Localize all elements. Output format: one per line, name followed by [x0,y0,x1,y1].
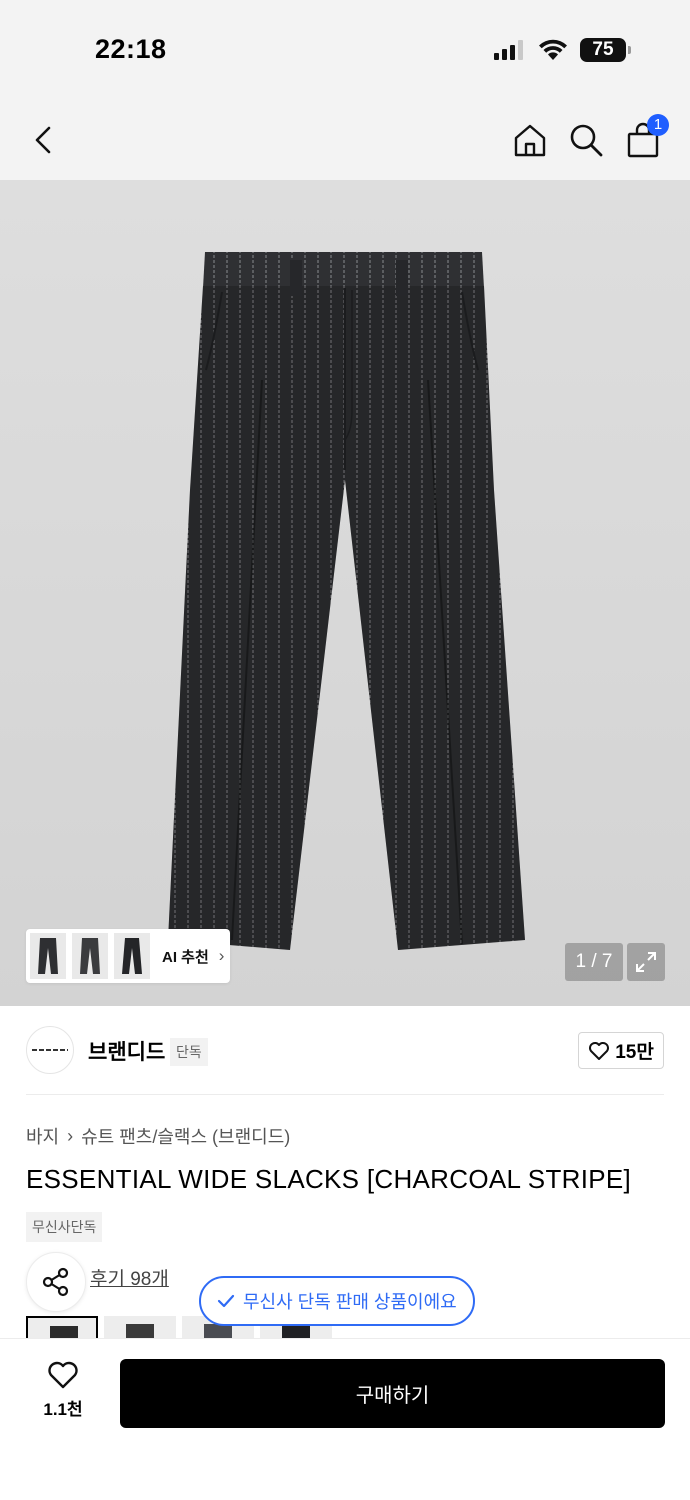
wishlist-button[interactable]: 1.1천 [28,1361,98,1425]
home-button[interactable] [508,118,552,162]
musinsa-exclusive-tag: 무신사단독 [26,1212,103,1242]
bottom-action-bar: 1.1천 구매하기 [0,1338,690,1500]
ai-recommend-label: AI 추천 [162,948,209,966]
ai-thumb-3 [114,933,150,979]
heart-icon [589,1041,610,1060]
brand-row: 브랜디드 단독 15만 [0,1006,690,1096]
ai-recommend-button[interactable]: AI 추천 › [26,929,231,983]
breadcrumb-separator: › [67,1125,74,1146]
expand-icon [636,952,656,972]
check-icon [217,1294,235,1308]
home-icon [514,124,546,157]
toast-message: 무신사 단독 판매 상품이에요 [243,1292,457,1312]
top-nav-bar: 1 [0,100,690,180]
breadcrumb: 바지 › 슈트 팬츠/슬랙스 (브랜디드) [26,1123,290,1149]
ai-thumb-1 [30,933,66,979]
exclusive-tag: 단독 [170,1038,208,1066]
product-image [168,252,525,950]
product-title: ESSENTIAL WIDE SLACKS [CHARCOAL STRIPE] [26,1164,632,1194]
back-button[interactable] [22,118,66,162]
battery-icon: 75 [580,38,631,62]
review-link[interactable]: 후기 98개 [90,1264,169,1291]
share-button[interactable] [26,1252,86,1312]
cart-count-badge: 1 [647,114,669,136]
status-icons: 75 [494,38,631,62]
breadcrumb-item[interactable]: 슈트 팬츠/슬랙스 (브랜디드) [81,1123,290,1149]
breadcrumb-item[interactable]: 바지 [26,1123,59,1149]
status-bar: 22:18 75 [0,0,690,100]
divider [26,1094,664,1095]
search-icon [570,124,603,157]
expand-image-button[interactable] [627,943,665,981]
buy-button[interactable]: 구매하기 [120,1359,665,1428]
product-image-carousel[interactable]: AI 추천 › 1 / 7 [0,180,690,1006]
cart-button[interactable]: 1 [621,114,669,162]
brand-name[interactable]: 브랜디드 [88,1036,165,1066]
chevron-right-icon: › [218,946,225,965]
ai-thumb-2 [72,933,108,979]
search-button[interactable] [564,118,608,162]
brand-like-count: 15만 [615,1042,654,1063]
brand-like-button[interactable]: 15만 [578,1032,664,1069]
share-icon [42,1267,69,1297]
brand-logo[interactable] [26,1026,74,1074]
heart-icon [48,1361,78,1389]
back-icon [35,126,51,154]
image-page-indicator: 1 / 7 [565,943,623,981]
exclusive-toast: 무신사 단독 판매 상품이에요 [199,1276,475,1326]
status-time: 22:18 [95,34,167,64]
wishlist-count: 1.1천 [43,1400,83,1419]
signal-icon [494,40,523,60]
wifi-icon [539,39,567,60]
